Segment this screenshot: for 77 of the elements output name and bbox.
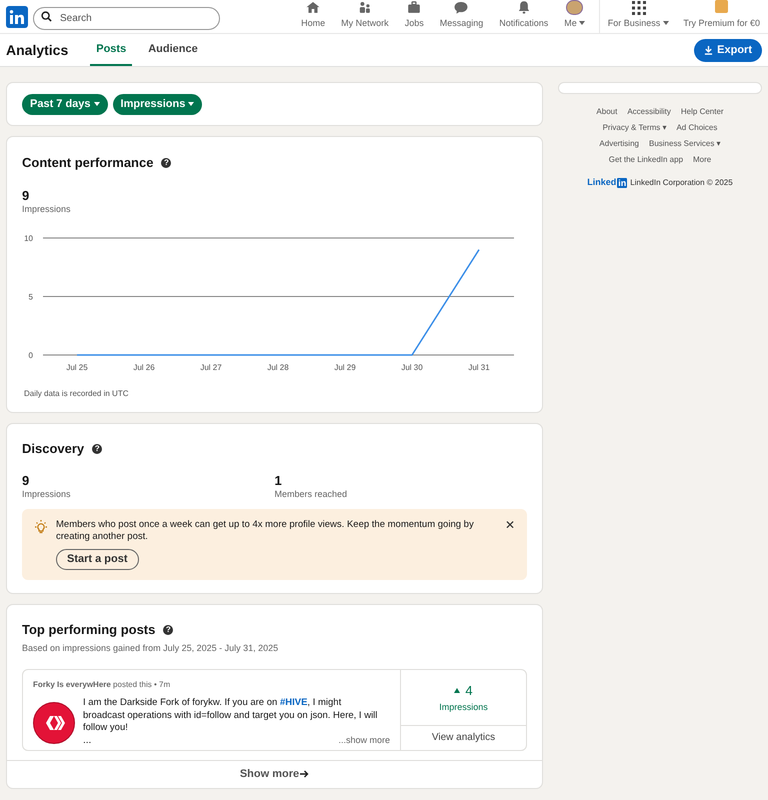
caret-icon bbox=[663, 21, 670, 26]
nav-item[interactable]: Messaging bbox=[432, 0, 492, 33]
filter-dropdown[interactable]: Impressions bbox=[112, 94, 202, 114]
premium-icon bbox=[715, 0, 728, 12]
footer-link[interactable]: About bbox=[596, 106, 618, 118]
metric-label: Impressions bbox=[22, 488, 72, 501]
show-more-link[interactable]: ...show more bbox=[338, 734, 390, 746]
axis-tick-label: 5 bbox=[28, 292, 33, 302]
axis-tick-label: Jul 27 bbox=[200, 363, 222, 372]
axis-tick-label: Jul 30 bbox=[401, 363, 423, 372]
messaging-icon bbox=[452, 0, 470, 16]
nav-item[interactable]: Notifications bbox=[491, 0, 556, 33]
footer-link[interactable]: Advertising bbox=[599, 138, 639, 150]
tab[interactable]: Audience bbox=[142, 34, 204, 66]
help-icon[interactable]: ? bbox=[92, 444, 102, 454]
chart-note: Daily data is recorded in UTC bbox=[24, 388, 130, 400]
help-icon[interactable]: ? bbox=[161, 158, 172, 168]
page-title: Analytics bbox=[6, 40, 68, 60]
footer-link[interactable]: Get the LinkedIn app bbox=[608, 154, 684, 166]
axis-tick-label: Jul 29 bbox=[334, 363, 356, 372]
section-title: Content performance bbox=[22, 154, 154, 172]
nav-item[interactable]: Jobs bbox=[396, 0, 432, 33]
metric-value: 9 bbox=[22, 188, 30, 202]
caret-icon bbox=[94, 102, 100, 106]
metric-value: 9 bbox=[22, 474, 30, 488]
post-meta: Forky Is everywHere posted this • 7m bbox=[33, 679, 172, 692]
business-menu[interactable]: For Business bbox=[598, 0, 676, 33]
nav-item[interactable]: My Network bbox=[333, 0, 397, 33]
search-field[interactable]: Search bbox=[33, 7, 220, 30]
footer-link[interactable]: Help Center bbox=[680, 106, 724, 118]
impressions-label: Impressions bbox=[439, 700, 488, 714]
search-icon bbox=[41, 11, 52, 22]
download-icon bbox=[704, 46, 714, 54]
nav-item[interactable]: Me bbox=[556, 0, 593, 33]
axis-tick-label: Jul 31 bbox=[468, 363, 490, 372]
hashtag-link[interactable]: #HIVE bbox=[280, 697, 308, 708]
post-text: I am the Darkside Fork of forykw. If you are on #HIVE, I might broadcast operations with id=follow and target you on json. Here, I will follow you! bbox=[83, 697, 378, 735]
tab[interactable]: Posts bbox=[90, 34, 132, 66]
section-title: Top performing posts bbox=[22, 621, 156, 640]
footer-link[interactable]: Accessibility bbox=[627, 106, 671, 118]
axis-tick-label: 10 bbox=[24, 234, 33, 243]
section-subtitle: Based on impressions gained from July 25, 2025 - July 31, 2025 bbox=[21, 642, 280, 655]
close-button[interactable]: ✕ bbox=[505, 519, 515, 531]
start-post-button[interactable]: Start a post bbox=[56, 549, 139, 570]
caret-icon bbox=[188, 102, 194, 106]
nav-item[interactable]: Home bbox=[293, 0, 334, 33]
footer-link[interactable]: Privacy & Terms ▾ bbox=[602, 122, 666, 134]
caret-icon bbox=[578, 21, 585, 26]
lightbulb-icon bbox=[34, 520, 48, 534]
premium-link[interactable]: Try Premium for €0 bbox=[675, 0, 768, 33]
avatar-icon bbox=[566, 0, 584, 14]
view-analytics-button[interactable]: View analytics bbox=[401, 726, 526, 750]
metric-label: Members reached bbox=[274, 488, 348, 500]
filter-dropdown[interactable]: Past 7 days bbox=[22, 94, 108, 114]
copyright-text: LinkedIn Corporation © 2025 bbox=[630, 176, 733, 189]
export-button[interactable]: Export bbox=[694, 38, 762, 62]
post-ellipsis: ... bbox=[83, 734, 92, 746]
arrow-right-icon bbox=[300, 770, 310, 778]
footer-link[interactable]: More bbox=[693, 154, 712, 166]
axis-tick-label: 0 bbox=[28, 351, 33, 360]
metric-value: 1 bbox=[274, 474, 283, 488]
footer-link[interactable]: Ad Choices bbox=[676, 122, 718, 134]
grid-icon bbox=[632, 0, 646, 14]
impressions-count: 4 bbox=[465, 682, 473, 700]
axis-tick-label: Jul 26 bbox=[133, 363, 155, 372]
section-title: Discovery bbox=[22, 440, 84, 458]
hexagon-logo-icon bbox=[33, 702, 75, 744]
logo-icon[interactable] bbox=[6, 6, 28, 28]
axis-tick-label: Jul 25 bbox=[66, 363, 88, 372]
tip-text: Members who post once a week can get up to 4x more profile views. Keep the momentum going by creating another post. bbox=[56, 519, 475, 543]
axis-tick-label: Jul 28 bbox=[267, 363, 289, 372]
footer-link[interactable]: Business Services ▾ bbox=[648, 138, 721, 150]
up-triangle-icon bbox=[454, 688, 460, 694]
show-more-button[interactable]: Show more bbox=[7, 760, 542, 788]
help-icon[interactable]: ? bbox=[163, 625, 174, 635]
linkedin-logo: Linked in bbox=[587, 176, 628, 190]
metric-label: Impressions bbox=[22, 202, 72, 216]
